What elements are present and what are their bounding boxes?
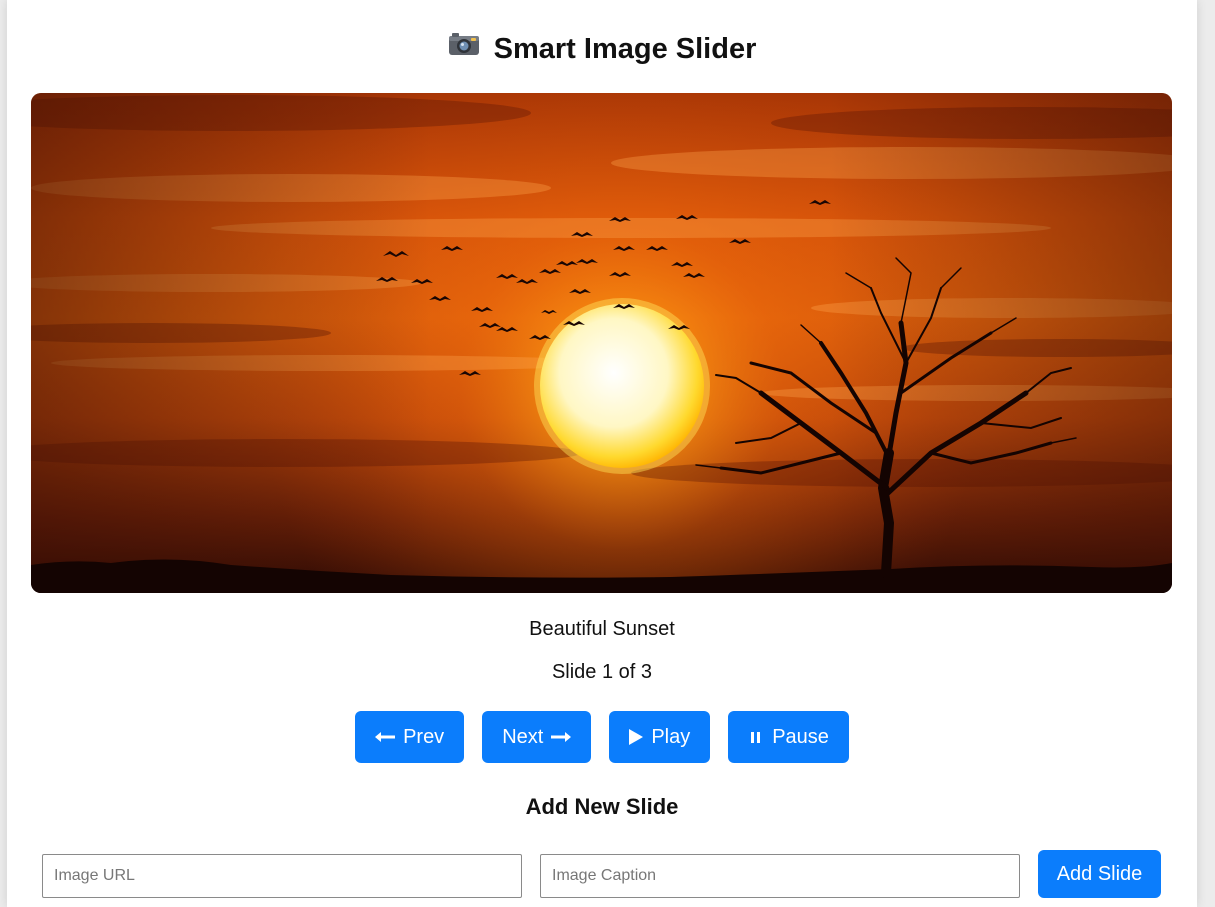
page-title: Smart Image Slider: [7, 28, 1197, 71]
slide-counter: Slide 1 of 3: [551, 661, 653, 683]
next-button[interactable]: Next: [482, 711, 592, 763]
slide-caption: Beautiful Sunset: [529, 618, 675, 640]
add-slide-button[interactable]: Add Slide: [1038, 850, 1161, 898]
image-url-input[interactable]: [42, 854, 522, 898]
next-button-label: Next: [502, 725, 544, 748]
pause-button-label: Pause: [772, 725, 829, 748]
image-caption-input[interactable]: [540, 854, 1020, 898]
arrow-right-icon: [551, 731, 572, 743]
arrow-left-icon: [375, 731, 396, 743]
pause-button[interactable]: Pause: [728, 711, 849, 763]
page-title-text: Smart Image Slider: [493, 33, 757, 65]
play-icon: [629, 729, 644, 745]
slide-image: [31, 93, 1172, 593]
play-button-label: Play: [651, 725, 691, 748]
slider-controls: Prev Next Play Pause: [7, 711, 1197, 763]
prev-button-label: Prev: [403, 725, 445, 748]
slider-app: Smart Image Slider Beautiful Sunset Slid…: [7, 0, 1197, 907]
play-button[interactable]: Play: [609, 711, 711, 763]
pause-icon: [748, 730, 764, 744]
prev-button[interactable]: Prev: [355, 711, 465, 763]
camera-icon: [448, 26, 480, 68]
add-slide-heading: Add New Slide: [525, 794, 679, 819]
add-slide-form: Add Slide: [42, 850, 1161, 898]
